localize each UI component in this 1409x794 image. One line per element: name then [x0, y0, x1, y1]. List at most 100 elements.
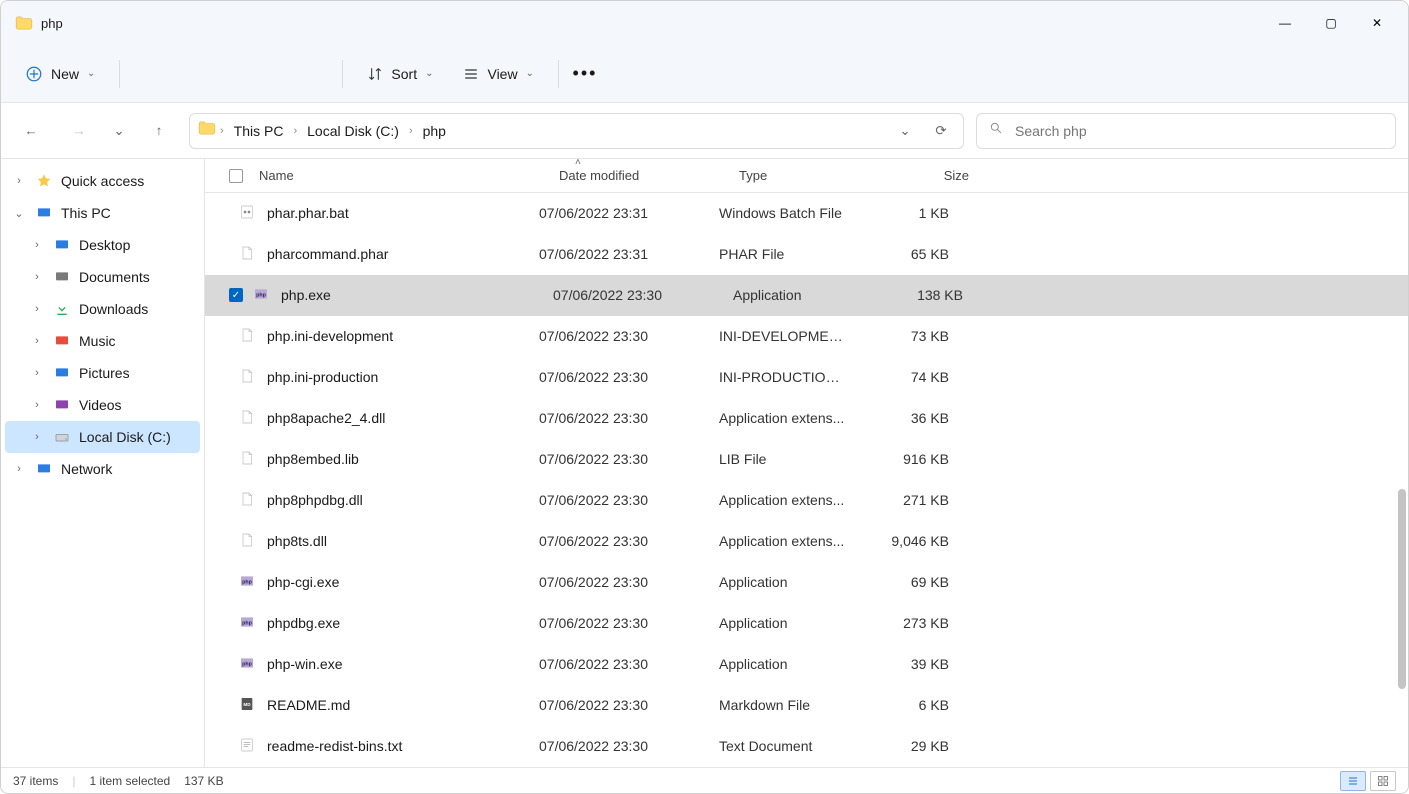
breadcrumb-this-pc[interactable]: This PC: [228, 121, 290, 141]
file-icon: php: [253, 286, 271, 304]
toolbar-separator: [558, 60, 559, 88]
view-button[interactable]: View⌄: [451, 54, 545, 94]
file-date: 07/06/2022 23:30: [529, 615, 709, 631]
tree-label: Network: [61, 461, 112, 477]
file-name: phpdbg.exe: [267, 615, 340, 631]
details-view-toggle[interactable]: [1340, 771, 1366, 791]
file-row[interactable]: ✓ php php.exe 07/06/2022 23:30 Applicati…: [205, 275, 1408, 316]
recent-button[interactable]: ⌄: [109, 113, 129, 149]
tree-item-this-pc[interactable]: ⌄ This PC: [5, 197, 200, 229]
file-name: php.exe: [281, 287, 331, 303]
search-input[interactable]: [1013, 122, 1383, 140]
forward-button[interactable]: →: [61, 113, 97, 149]
address-dropdown-button[interactable]: ⌄: [891, 113, 919, 149]
twisty-icon[interactable]: ›: [29, 367, 45, 379]
tree-item-local-disk-c-[interactable]: › Local Disk (C:): [5, 421, 200, 453]
tree-item-videos[interactable]: › Videos: [5, 389, 200, 421]
breadcrumb-php[interactable]: php: [417, 121, 452, 141]
file-row[interactable]: ✓ php8embed.lib 07/06/2022 23:30 LIB Fil…: [205, 439, 1408, 480]
tree-item-music[interactable]: › Music: [5, 325, 200, 357]
rename-button[interactable]: [234, 54, 262, 94]
close-button[interactable]: ✕: [1354, 7, 1400, 39]
paste-button[interactable]: [200, 54, 228, 94]
cut-button[interactable]: [132, 54, 160, 94]
svg-text:php: php: [256, 293, 267, 299]
file-date: 07/06/2022 23:30: [529, 738, 709, 754]
twisty-icon[interactable]: ›: [29, 399, 45, 411]
more-button[interactable]: •••: [571, 54, 599, 94]
twisty-icon[interactable]: ›: [29, 303, 45, 315]
up-button[interactable]: ↑: [141, 113, 177, 149]
chevron-right-icon: ›: [218, 125, 226, 137]
selection-size: 137 KB: [184, 774, 223, 788]
twisty-icon[interactable]: ›: [29, 335, 45, 347]
twisty-icon[interactable]: ›: [11, 175, 27, 187]
file-row[interactable]: ✓ phar.phar.bat 07/06/2022 23:31 Windows…: [205, 193, 1408, 234]
maximize-button[interactable]: ▢: [1308, 7, 1354, 39]
tree-label: This PC: [61, 205, 111, 221]
select-all-checkbox[interactable]: [229, 169, 243, 183]
refresh-button[interactable]: ⟳: [927, 113, 955, 149]
file-icon: [239, 204, 257, 222]
twisty-icon[interactable]: ›: [29, 271, 45, 283]
file-row[interactable]: ✓ readme-redist-bins.txt 07/06/2022 23:3…: [205, 726, 1408, 767]
copy-button[interactable]: [166, 54, 194, 94]
twisty-icon[interactable]: ⌄: [11, 207, 27, 220]
file-row[interactable]: ✓ php8ts.dll 07/06/2022 23:30 Applicatio…: [205, 521, 1408, 562]
tree-item-network[interactable]: › Network: [5, 453, 200, 485]
tree-item-documents[interactable]: › Documents: [5, 261, 200, 293]
vid-icon: [53, 396, 71, 414]
desktop-icon: [53, 236, 71, 254]
new-button[interactable]: New⌄: [13, 54, 107, 94]
file-row[interactable]: ✓ MD README.md 07/06/2022 23:30 Markdown…: [205, 685, 1408, 726]
tree-label: Quick access: [61, 173, 144, 189]
tree-item-downloads[interactable]: › Downloads: [5, 293, 200, 325]
file-type: Application: [709, 615, 859, 631]
delete-button[interactable]: [302, 54, 330, 94]
twisty-icon[interactable]: ›: [29, 239, 45, 251]
sort-button[interactable]: Sort⌄: [355, 54, 445, 94]
sort-icon: [367, 66, 383, 82]
search-box[interactable]: [976, 113, 1396, 149]
file-row[interactable]: ✓ php phpdbg.exe 07/06/2022 23:30 Applic…: [205, 603, 1408, 644]
file-type: PHAR File: [709, 246, 859, 262]
chevron-down-icon: ⌄: [899, 123, 910, 139]
file-row[interactable]: ✓ php8phpdbg.dll 07/06/2022 23:30 Applic…: [205, 480, 1408, 521]
file-icon: [239, 737, 257, 755]
breadcrumb-local-disk[interactable]: Local Disk (C:): [301, 121, 405, 141]
file-name: php.ini-production: [267, 369, 378, 385]
column-name[interactable]: Name: [249, 159, 549, 192]
address-row: ← → ⌄ ↑ › This PC › Local Disk (C:) › ph…: [1, 103, 1408, 159]
file-type: Application: [709, 656, 859, 672]
file-row[interactable]: ✓ php.ini-production 07/06/2022 23:30 IN…: [205, 357, 1408, 398]
file-list-panel: Name ˄ Date modified Type Size ✓ phar.ph…: [205, 159, 1408, 767]
tree-item-pictures[interactable]: › Pictures: [5, 357, 200, 389]
tree-label: Videos: [79, 397, 122, 413]
tree-item-quick-access[interactable]: › Quick access: [5, 165, 200, 197]
column-type[interactable]: Type: [729, 159, 879, 192]
twisty-icon[interactable]: ›: [11, 463, 27, 475]
tree-item-desktop[interactable]: › Desktop: [5, 229, 200, 261]
minimize-button[interactable]: —: [1262, 7, 1308, 39]
file-size: 1 KB: [859, 205, 959, 221]
thumbnails-view-toggle[interactable]: [1370, 771, 1396, 791]
address-bar[interactable]: › This PC › Local Disk (C:) › php ⌄ ⟳: [189, 113, 964, 149]
column-size[interactable]: Size: [879, 159, 979, 192]
file-date: 07/06/2022 23:30: [529, 410, 709, 426]
tree-label: Pictures: [79, 365, 130, 381]
file-row[interactable]: ✓ php8apache2_4.dll 07/06/2022 23:30 App…: [205, 398, 1408, 439]
file-row[interactable]: ✓ php php-cgi.exe 07/06/2022 23:30 Appli…: [205, 562, 1408, 603]
file-row[interactable]: ✓ php.ini-development 07/06/2022 23:30 I…: [205, 316, 1408, 357]
back-button[interactable]: ←: [13, 113, 49, 149]
row-checkbox[interactable]: ✓: [229, 288, 243, 302]
file-date: 07/06/2022 23:30: [529, 451, 709, 467]
grid-icon: [1377, 775, 1389, 787]
file-row[interactable]: ✓ php php-win.exe 07/06/2022 23:30 Appli…: [205, 644, 1408, 685]
file-size: 138 KB: [873, 287, 973, 303]
share-button[interactable]: [268, 54, 296, 94]
twisty-icon[interactable]: ›: [29, 431, 45, 443]
scrollbar[interactable]: [1398, 489, 1406, 689]
file-row[interactable]: ✓ pharcommand.phar 07/06/2022 23:31 PHAR…: [205, 234, 1408, 275]
tree-label: Local Disk (C:): [79, 429, 171, 445]
body: › Quick access⌄ This PC› Desktop› Docume…: [1, 159, 1408, 767]
